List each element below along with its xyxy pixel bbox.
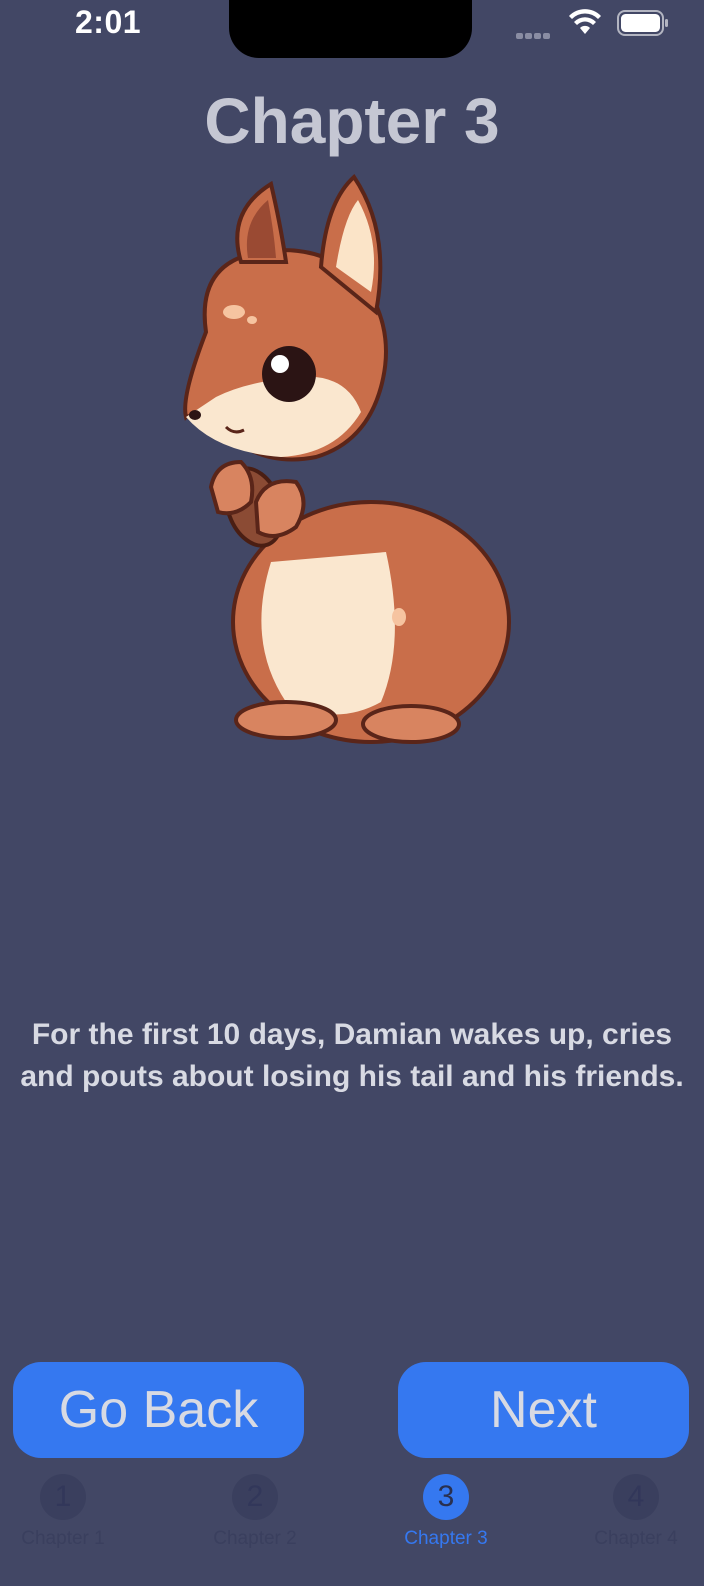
story-line: and pouts about losing his tail and his … [20,1060,684,1093]
chapter-3-number-icon: 3 [423,1474,469,1520]
page-title: Chapter 3 [204,85,500,157]
chapter-1-number-icon: 1 [40,1474,86,1520]
tab-chapter-2[interactable]: 2 Chapter 2 [185,1468,325,1568]
dynamic-island [229,0,472,58]
battery-icon [617,10,668,36]
status-time: 2:01 [75,4,142,40]
story-text: For the first 10 days, Damian wakes up, … [0,1014,704,1098]
wifi-icon [569,9,601,34]
tab-label: Chapter 4 [594,1528,678,1549]
chapter-2-number-icon: 2 [232,1474,278,1520]
tab-label: Chapter 2 [213,1528,297,1549]
story-line: For the first 10 days, Damian wakes up, … [31,1018,673,1051]
next-button[interactable]: Next [398,1362,689,1458]
tab-label: Chapter 3 [404,1528,488,1549]
status-bar: 2:01 [0,0,704,58]
tab-chapter-4[interactable]: 4 Chapter 4 [566,1468,704,1568]
go-back-button[interactable]: Go Back [13,1362,304,1458]
chapter-4-number-icon: 4 [613,1474,659,1520]
tab-chapter-1[interactable]: 1 Chapter 1 [0,1468,133,1568]
tab-label: Chapter 1 [21,1528,105,1549]
tab-bar: 1 Chapter 1 2 Chapter 2 3 Chapter 3 4 Ch… [0,1468,704,1586]
squirrel-illustration [183,173,511,744]
tab-chapter-3[interactable]: 3 Chapter 3 [376,1468,516,1568]
cellular-signal-icon [516,26,556,39]
